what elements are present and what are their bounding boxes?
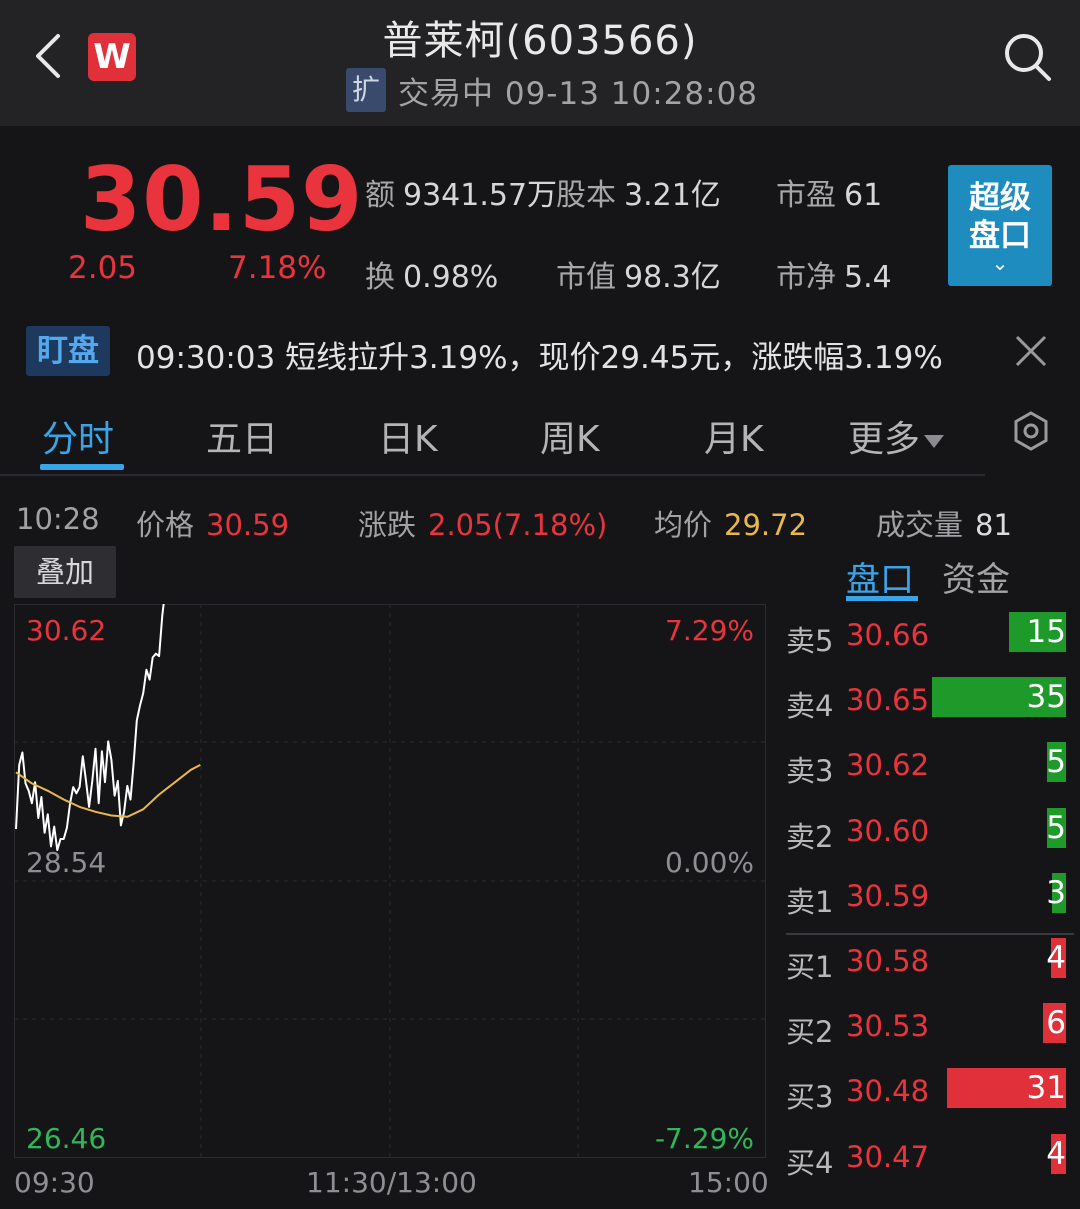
watch-alert-bar: 盯盘 09:30:03 短线拉升3.19%，现价29.45元，涨跌幅3.19% xyxy=(0,322,1080,382)
alert-message[interactable]: 09:30:03 短线拉升3.19%，现价29.45元，涨跌幅3.19% xyxy=(136,332,943,377)
y-label-top: 30.62 xyxy=(26,614,107,647)
orderbook-volume: 5 xyxy=(1046,744,1066,781)
stat-pb: 市净 5.4 xyxy=(776,260,892,295)
close-icon[interactable] xyxy=(1012,332,1050,370)
orderbook-price: 30.47 xyxy=(846,1139,930,1174)
y-label-mid: 28.54 xyxy=(26,846,107,879)
orderbook-price: 30.48 xyxy=(846,1074,930,1109)
orderbook-level-label: 卖1 xyxy=(786,884,834,919)
trading-status: 扩 交易中 09-13 10:28:08 xyxy=(346,68,758,112)
orderbook-level-label: 买1 xyxy=(786,950,834,984)
chevron-down-icon: ⌄ xyxy=(991,251,1009,275)
y-label-bottom: 26.46 xyxy=(26,1122,107,1155)
active-subtab-indicator xyxy=(846,596,918,601)
tab-daily-k[interactable]: 日K xyxy=(378,410,438,462)
orderbook-volume: 15 xyxy=(1026,614,1066,650)
orderbook-price: 30.59 xyxy=(846,878,930,913)
ext-tag[interactable]: 扩 xyxy=(346,68,386,112)
orderbook-level-label: 买2 xyxy=(786,1015,834,1050)
stat-mktcap: 市值 98.3亿 xyxy=(556,260,721,295)
price-change: 2.05 xyxy=(68,250,138,286)
tab-weekly-k[interactable]: 周K xyxy=(540,410,600,462)
intraday-chart[interactable] xyxy=(14,604,766,1158)
orderbook-price: 30.66 xyxy=(846,618,930,652)
dropdown-triangle-icon xyxy=(924,434,945,448)
orderbook-row[interactable]: 卖1 30.59 3 xyxy=(786,871,1076,919)
orderbook-level-label: 卖4 xyxy=(786,689,834,724)
tab-capital-flow[interactable]: 资金 xyxy=(942,552,1010,601)
orderbook-volume: 4 xyxy=(1046,1135,1066,1172)
period-tabs: 分时 五日 日K 周K 月K 更多 xyxy=(0,398,985,476)
tab-five-day[interactable]: 五日 xyxy=(206,410,278,462)
info-price: 价格 30.59 xyxy=(136,508,290,542)
info-volume: 成交量 81 xyxy=(876,508,1012,542)
orderbook-volume: 6 xyxy=(1046,1005,1066,1042)
orderbook-volume: 31 xyxy=(1026,1070,1066,1107)
tab-intraday[interactable]: 分时 xyxy=(42,410,114,462)
pct-label-top: 7.29% xyxy=(665,614,754,647)
info-avg: 均价 29.72 xyxy=(654,508,808,542)
orderbook-volume: 3 xyxy=(1046,874,1066,911)
orderbook-price: 30.65 xyxy=(846,683,930,718)
orderbook-level-label: 买3 xyxy=(786,1080,834,1115)
watch-tag[interactable]: 盯盘 xyxy=(26,326,110,376)
orderbook-row[interactable]: 买3 30.48 31 xyxy=(786,1066,1076,1114)
orderbook-volume: 35 xyxy=(1026,679,1066,716)
orderbook-row[interactable]: 买4 30.47 4 xyxy=(786,1132,1076,1180)
orderbook-price: 30.58 xyxy=(846,944,930,978)
orderbook-level-label: 卖5 xyxy=(786,624,834,658)
orderbook-price: 30.60 xyxy=(846,813,930,848)
super-orderbook-button[interactable]: 超级 盘口 ⌄ xyxy=(948,165,1052,286)
tab-more[interactable]: 更多 xyxy=(848,410,945,462)
status-text: 交易中 09-13 10:28:08 xyxy=(398,75,759,112)
stat-amount: 额 9341.57万 xyxy=(365,178,558,213)
orderbook-row[interactable]: 卖5 30.66 15 xyxy=(786,610,1076,658)
info-time: 10:28 xyxy=(16,502,100,536)
current-price: 30.59 xyxy=(80,148,364,251)
search-icon[interactable] xyxy=(1000,30,1054,84)
x-label-start: 09:30 xyxy=(14,1166,95,1199)
orderbook-price: 30.53 xyxy=(846,1009,930,1044)
active-tab-indicator xyxy=(40,464,124,470)
orderbook-level-label: 卖2 xyxy=(786,819,834,854)
pct-label-bottom: -7.29% xyxy=(654,1122,754,1155)
tab-orderbook[interactable]: 盘口 xyxy=(846,552,914,601)
info-change: 涨跌 2.05(7.18%) xyxy=(358,508,608,542)
settings-hexagon-icon[interactable] xyxy=(1012,410,1050,452)
x-label-end: 15:00 xyxy=(688,1166,769,1199)
orderbook-price: 30.62 xyxy=(846,748,930,783)
avg-price-line xyxy=(15,764,201,818)
orderbook-volume: 5 xyxy=(1046,809,1066,846)
overlay-button[interactable]: 叠加 xyxy=(14,546,116,598)
orderbook-row[interactable]: 卖4 30.65 35 xyxy=(786,675,1076,723)
top-bar: W 普莱柯(603566) 扩 交易中 09-13 10:28:08 xyxy=(0,0,1080,126)
orderbook-level-label: 买4 xyxy=(786,1145,834,1180)
stat-capital: 股本 3.21亿 xyxy=(556,178,721,213)
orderbook-row[interactable]: 买2 30.53 6 xyxy=(786,1001,1076,1049)
stat-turnover: 换 0.98% xyxy=(365,260,499,295)
stat-pe: 市盈 61 xyxy=(776,178,883,213)
app-logo-icon[interactable]: W xyxy=(88,33,136,81)
price-change-pct: 7.18% xyxy=(228,250,327,286)
x-label-mid: 11:30/13:00 xyxy=(306,1166,477,1199)
orderbook-row[interactable]: 买1 30.58 4 xyxy=(786,936,1076,984)
orderbook-row[interactable]: 卖3 30.62 5 xyxy=(786,740,1076,788)
pct-label-mid: 0.00% xyxy=(665,846,754,879)
back-icon[interactable] xyxy=(28,30,68,82)
tab-monthly-k[interactable]: 月K xyxy=(704,410,764,462)
stock-title: 普莱柯(603566) xyxy=(382,18,698,64)
orderbook-level-label: 卖3 xyxy=(786,754,834,789)
book-divider xyxy=(786,933,1074,935)
orderbook-row[interactable]: 卖2 30.60 5 xyxy=(786,806,1076,854)
orderbook-volume: 4 xyxy=(1046,940,1066,976)
